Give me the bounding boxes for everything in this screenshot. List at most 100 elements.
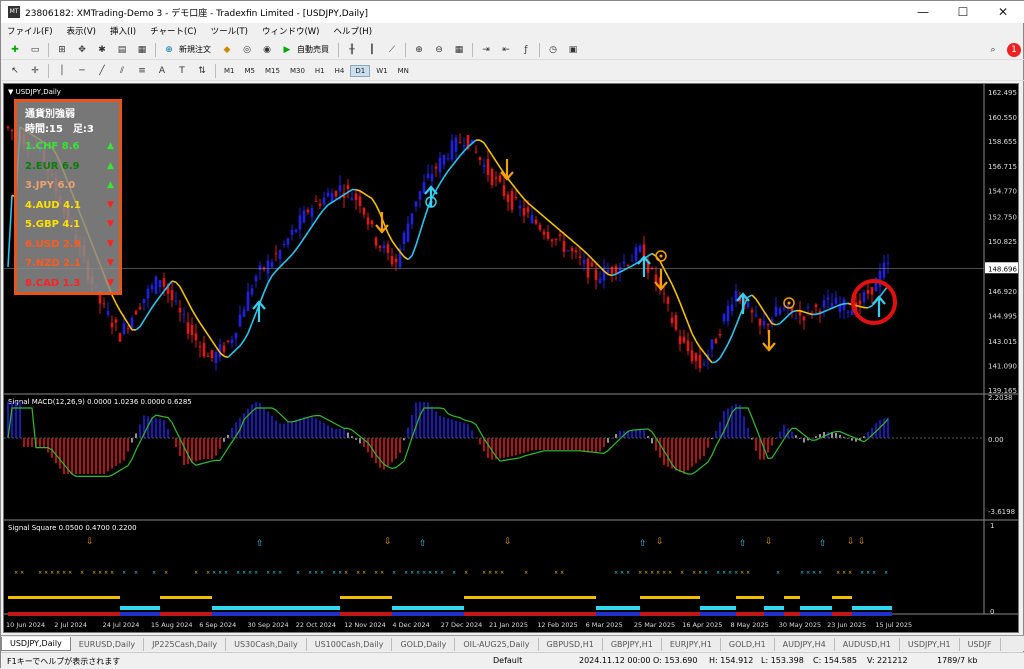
horizontal-line-icon[interactable]: ─: [75, 64, 89, 78]
moving-average-segment: [556, 227, 560, 230]
new-order-icon[interactable]: ⊕: [162, 43, 176, 57]
chart-tab[interactable]: US100Cash,Daily: [307, 638, 393, 651]
price-scale-label: 152.750: [988, 213, 1017, 221]
square-signal-mark: [212, 606, 216, 610]
chart-tab[interactable]: GBPJPY,H1: [603, 638, 662, 651]
zoom-out-icon[interactable]: ⊖: [432, 43, 446, 57]
timeframe-h1[interactable]: H1: [311, 66, 329, 76]
chart-tab[interactable]: GBPUSD,H1: [539, 638, 603, 651]
timeframe-h4[interactable]: H4: [331, 66, 349, 76]
chart-tab[interactable]: AUDJPY,H4: [775, 638, 835, 651]
strength-label: 4.AUD 4.1: [25, 200, 81, 211]
profiles-icon[interactable]: ▭: [28, 43, 42, 57]
zoom-in-icon[interactable]: ⊕: [412, 43, 426, 57]
menu-view[interactable]: 表示(V): [67, 25, 96, 37]
menu-insert[interactable]: 挿入(I): [110, 25, 136, 37]
bar-chart-icon[interactable]: ╫: [345, 43, 359, 57]
menu-window[interactable]: ウィンドウ(W): [262, 25, 320, 37]
new-order-button[interactable]: 新規注文: [179, 44, 211, 55]
data-window-icon[interactable]: ✥: [75, 43, 89, 57]
auto-trading-button[interactable]: 自動売買: [297, 44, 329, 55]
fibonacci-icon[interactable]: ≡: [135, 64, 149, 78]
timeframe-m1[interactable]: M1: [220, 66, 239, 76]
square-signal-mark: ×: [44, 570, 48, 576]
vertical-line-icon[interactable]: │: [55, 64, 69, 78]
square-arrow-icon: ⇩: [384, 537, 392, 547]
chart-shift-icon[interactable]: ⇤: [499, 43, 513, 57]
navigator-icon[interactable]: ✱: [95, 43, 109, 57]
indicators-icon[interactable]: ƒ: [519, 43, 533, 57]
search-icon[interactable]: ⌕: [986, 43, 1000, 57]
terminal-icon[interactable]: ▤: [115, 43, 129, 57]
candle-body: [495, 177, 498, 178]
square-signal-mark: ×: [560, 570, 564, 576]
square-signal-mark: [592, 596, 596, 599]
chart-window[interactable]: ▼ USDJPY,Daily Signal MACD(12,26,9) 0.00…: [3, 83, 1019, 633]
square-signal-mark: [884, 606, 888, 610]
square-signal-mark: ×: [332, 570, 336, 576]
close-button[interactable]: ✕: [985, 3, 1021, 21]
timeframe-m30[interactable]: M30: [286, 66, 309, 76]
market-icon[interactable]: ◎: [240, 43, 254, 57]
market-watch-icon[interactable]: ⊞: [55, 43, 69, 57]
chart-canvas[interactable]: ▼ USDJPY,Daily Signal MACD(12,26,9) 0.00…: [4, 84, 1018, 632]
square-signal-mark: ×: [362, 570, 366, 576]
metaeditor-icon[interactable]: ◆: [220, 43, 234, 57]
status-traffic: 1789/7 kb: [937, 656, 977, 665]
chart-tab[interactable]: EURUSD,Daily: [71, 638, 144, 651]
auto-trading-icon[interactable]: ▶: [280, 43, 294, 57]
label-icon[interactable]: T: [175, 64, 189, 78]
square-signal-mark: [120, 612, 124, 616]
menu-tools[interactable]: ツール(T): [211, 25, 248, 37]
line-chart-icon[interactable]: ⟋: [385, 43, 399, 57]
chart-tab[interactable]: US30Cash,Daily: [226, 638, 307, 651]
chart-tab[interactable]: USDJPY,H1: [900, 638, 960, 651]
tester-icon[interactable]: ▦: [135, 43, 149, 57]
chart-tab[interactable]: JP225Cash,Daily: [144, 638, 226, 651]
timeframe-mn[interactable]: MN: [394, 66, 413, 76]
chart-tab[interactable]: USDJPY,Daily: [1, 637, 71, 651]
square-signal-mark: [520, 596, 524, 599]
square-signal-mark: ×: [272, 570, 276, 576]
square-signal-mark: ×: [836, 570, 840, 576]
timeframe-m5[interactable]: M5: [241, 66, 260, 76]
shapes-icon[interactable]: ⇅: [195, 64, 209, 78]
chart-tab[interactable]: USDJF: [960, 638, 1001, 651]
timeframe-d1[interactable]: D1: [350, 65, 370, 77]
moving-average-segment: [588, 255, 592, 259]
cursor-icon[interactable]: ↖: [8, 64, 22, 78]
tile-windows-icon[interactable]: ▦: [452, 43, 466, 57]
moving-average-segment: [136, 327, 140, 330]
chart-tab[interactable]: GOLD,Daily: [392, 638, 455, 651]
signals-icon[interactable]: ◉: [260, 43, 274, 57]
menu-help[interactable]: ヘルプ(H): [333, 25, 372, 37]
chart-tab[interactable]: AUDUSD,H1: [835, 638, 900, 651]
square-signal-mark: [476, 596, 480, 599]
square-signal-mark: [56, 612, 60, 616]
trendline-icon[interactable]: ╱: [95, 64, 109, 78]
period-icon[interactable]: ◷: [546, 43, 560, 57]
chart-tab[interactable]: EURJPY,H1: [662, 638, 721, 651]
square-signal-mark: [640, 612, 644, 616]
candle-body: [359, 196, 362, 205]
autoscroll-icon[interactable]: ⇥: [479, 43, 493, 57]
channel-icon[interactable]: ⫽: [115, 64, 129, 78]
maximize-button[interactable]: ☐: [945, 3, 981, 21]
chart-tab[interactable]: OIL-AUG25,Daily: [455, 638, 538, 651]
new-chart-icon[interactable]: ✚: [8, 43, 22, 57]
timeframe-m15[interactable]: M15: [261, 66, 284, 76]
square-signal-mark: [672, 596, 676, 599]
square-signal-mark: [872, 612, 876, 616]
menu-file[interactable]: ファイル(F): [7, 25, 53, 37]
notification-badge[interactable]: 1: [1007, 43, 1021, 57]
candlestick-icon[interactable]: ┃: [365, 43, 379, 57]
crosshair-icon[interactable]: ✛: [28, 64, 42, 78]
timeframe-w1[interactable]: W1: [372, 66, 391, 76]
square-signal-mark: ×: [728, 570, 732, 576]
candle-body: [515, 197, 518, 198]
minimize-button[interactable]: —: [905, 3, 941, 21]
menu-chart[interactable]: チャート(C): [150, 25, 196, 37]
chart-tab[interactable]: GOLD,H1: [721, 638, 775, 651]
text-icon[interactable]: A: [155, 64, 169, 78]
templates-icon[interactable]: ▣: [566, 43, 580, 57]
